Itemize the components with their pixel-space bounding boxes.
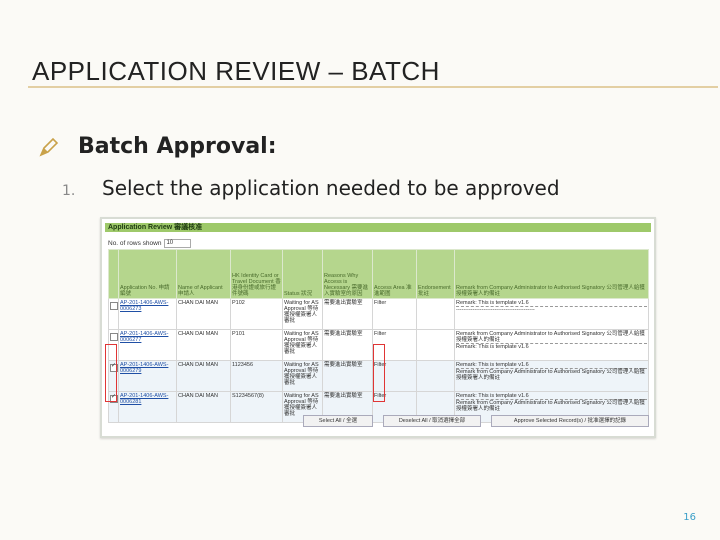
numbered-step: 1. Select the application needed to be a… — [62, 176, 560, 200]
cell-status: Waiting for AS Approval 等待獲授權簽署人審批 — [282, 298, 323, 330]
cell-name: CHAN DAI MAN — [176, 298, 231, 330]
cell-id: P101 — [230, 329, 283, 361]
panel-header: Application Review 審議核准 — [105, 223, 651, 232]
col-reason: Reasons Why Access is Necessary 需要進入實驗室的… — [322, 249, 373, 299]
cell-reason: 需要進出實驗室 — [322, 298, 373, 330]
rows-shown-select[interactable]: 10 — [164, 239, 192, 248]
cell-area: Filter — [372, 298, 417, 330]
pencil-bullet-icon — [39, 137, 59, 157]
remark-line: Remark: This is template v1.6 — [456, 393, 647, 400]
remark-line: Remark from Company Administrator to Aut… — [456, 369, 645, 381]
page-number: 16 — [683, 512, 696, 523]
col-status: Status 狀況 — [282, 249, 323, 299]
remark-line: Remark from Company Administrator to Aut… — [456, 331, 647, 344]
title-divider — [28, 86, 718, 88]
select-all-button[interactable]: Select All / 全選 — [303, 415, 373, 427]
application-link[interactable]: AP-201-1406-AWS-0006277 — [120, 331, 168, 343]
remark-line: ----------------------------------------… — [456, 307, 535, 313]
col-id: HK Identity Card or Travel Document 香港身份… — [230, 249, 283, 299]
bullet-text: Batch Approval: — [78, 134, 277, 159]
step-number: 1. — [62, 183, 76, 199]
cell-remark: Remark: This is template v1.6 Remark from… — [454, 360, 649, 392]
remark-line: Remark: This is template v1.6 — [456, 362, 647, 369]
cell-id: P102 — [230, 298, 283, 330]
cell-reason: 需要進出實驗室 — [322, 360, 373, 392]
table-header-row: Application No. 申請編號 Name of Applicant 申… — [108, 249, 649, 299]
col-area: Access Area 准進範圍 — [372, 249, 417, 299]
col-name: Name of Applicant 申請人 — [176, 249, 231, 299]
application-link[interactable]: AP-201-1406-AWS-0006279 — [120, 362, 168, 374]
application-review-screenshot: Application Review 審議核准 No. of rows show… — [100, 217, 656, 438]
step-text: Select the application needed to be appr… — [102, 176, 560, 200]
application-link[interactable]: AP-201-1406-AWS-0006273 — [120, 300, 168, 312]
cell-id: 1123456 — [230, 360, 283, 392]
action-bar: Select All / 全選 Deselect All / 取消選擇全部 Ap… — [108, 415, 649, 427]
remark-line: Remark: This is template v1.6 — [456, 300, 647, 307]
approve-selected-button[interactable]: Approve Selected Record(s) / 批准選擇的記錄 — [491, 415, 649, 427]
filter-highlight-box — [373, 344, 385, 402]
col-select — [108, 249, 119, 299]
remark-line: Remark from Company Administrator to Aut… — [456, 400, 645, 412]
cell-status: Waiting for AS Approval 等待獲授權簽署人審批 — [282, 360, 323, 392]
cell-endorsement — [416, 360, 455, 392]
cell-endorsement — [416, 329, 455, 361]
cell-name: CHAN DAI MAN — [176, 360, 231, 392]
rows-shown-label: No. of rows shown — [108, 240, 162, 247]
application-link[interactable]: AP-201-1406-AWS-0006281 — [120, 393, 168, 405]
table-row: AP-201-1406-AWS-0006273 CHAN DAI MAN P10… — [108, 298, 649, 330]
col-remark: Remark from Company Administrator to Aut… — [454, 249, 649, 299]
cell-remark: Remark from Company Administrator to Aut… — [454, 329, 649, 361]
rows-shown-control: No. of rows shown 10 — [108, 239, 192, 248]
col-endorsement: Endorsement 批註 — [416, 249, 455, 299]
remark-line: Remark: This is template v1.6 — [456, 344, 529, 350]
col-app-no: Application No. 申請編號 — [118, 249, 177, 299]
row-checkbox[interactable] — [110, 302, 118, 310]
cell-status: Waiting for AS Approval 等待獲授權簽署人審批 — [282, 329, 323, 361]
deselect-all-button[interactable]: Deselect All / 取消選擇全部 — [383, 415, 481, 427]
bullet-batch-approval: Batch Approval: — [38, 134, 277, 159]
cell-reason: 需要進出實驗室 — [322, 329, 373, 361]
cell-name: CHAN DAI MAN — [176, 329, 231, 361]
cell-remark: Remark: This is template v1.6 -----------… — [454, 298, 649, 330]
slide-title: APPLICATION REVIEW – BATCH — [32, 56, 440, 86]
cell-endorsement — [416, 298, 455, 330]
checkbox-highlight-box — [105, 344, 117, 402]
row-checkbox[interactable] — [110, 333, 118, 341]
